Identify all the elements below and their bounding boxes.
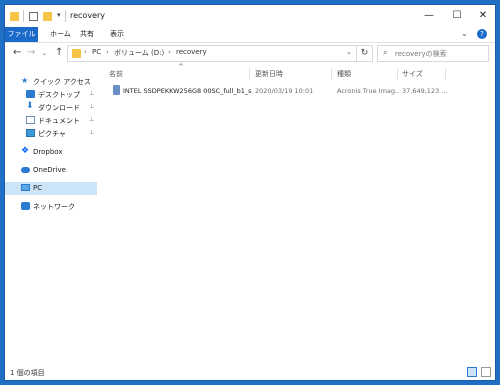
new-folder-icon[interactable] xyxy=(43,12,52,21)
column-divider[interactable] xyxy=(397,68,398,80)
breadcrumb-recovery[interactable]: recovery xyxy=(176,48,207,56)
file-icon xyxy=(113,85,120,95)
sidebar-item-label: ピクチャ xyxy=(38,130,66,138)
breadcrumb-pc[interactable]: PC xyxy=(92,48,101,56)
help-icon[interactable]: ? xyxy=(477,29,487,39)
close-button[interactable]: ✕ xyxy=(469,5,495,27)
pc-icon xyxy=(21,184,30,191)
address-bar[interactable]: › PC › ボリューム (D:) › recovery ⌄ xyxy=(67,45,357,62)
expand-ribbon-chevron-icon[interactable]: ⌄ xyxy=(461,29,468,38)
toolbar-divider xyxy=(23,10,24,22)
address-history-chevron-icon[interactable]: ⌄ xyxy=(346,48,352,56)
column-divider[interactable] xyxy=(249,68,250,80)
file-name: INTEL SSDPEKKW256G8 00SC_full_b1_s1_... xyxy=(123,87,251,95)
network-icon xyxy=(21,202,30,210)
tab-file[interactable]: ファイル xyxy=(5,27,38,42)
large-icons-view-icon[interactable] xyxy=(481,367,491,377)
pictures-icon xyxy=(26,129,35,137)
cloud-icon xyxy=(21,167,30,173)
breadcrumb-separator[interactable]: › xyxy=(168,48,171,56)
sidebar-item-downloads[interactable]: ⬇ ダウンロード ⊥ xyxy=(5,101,97,114)
customize-toolbar-chevron-icon[interactable]: ▾ xyxy=(57,11,61,19)
refresh-button[interactable]: ↻ xyxy=(357,45,373,62)
column-header-modified[interactable]: 更新日時 xyxy=(255,69,283,81)
sidebar-item-label: デスクトップ xyxy=(38,91,80,99)
breadcrumb-volume-d[interactable]: ボリューム (D:) xyxy=(114,48,164,58)
minimize-button[interactable]: — xyxy=(415,5,443,27)
sidebar-item-label: ネットワーク xyxy=(33,203,75,211)
sidebar-item-label: クイック アクセス xyxy=(33,78,91,86)
star-icon: ★ xyxy=(21,76,29,85)
navigation-bar: ← → ⌄ ↑ › PC › ボリューム (D:) › recovery ⌄ ↻… xyxy=(5,43,495,65)
column-header-name[interactable]: 名前 xyxy=(109,69,123,81)
search-placeholder: recoveryの検索 xyxy=(395,50,447,58)
maximize-button[interactable]: ☐ xyxy=(443,5,471,27)
sidebar-item-label: OneDrive xyxy=(33,166,66,174)
column-header-type[interactable]: 種類 xyxy=(337,69,351,81)
sidebar-item-pictures[interactable]: ピクチャ ⊥ xyxy=(5,127,97,140)
details-view-icon[interactable] xyxy=(467,367,477,377)
recent-locations-chevron-icon[interactable]: ⌄ xyxy=(42,50,47,57)
file-modified: 2020/03/19 10:01 xyxy=(255,87,314,95)
folder-icon xyxy=(72,49,81,58)
pin-icon: ⊥ xyxy=(89,116,95,123)
sort-ascending-icon: ^ xyxy=(178,63,184,71)
column-header-size[interactable]: サイズ xyxy=(402,69,423,81)
search-box[interactable]: ⌕ recoveryの検索 xyxy=(377,45,489,62)
sidebar-item-label: ドキュメント xyxy=(38,117,80,125)
sidebar-item-quick-access[interactable]: ★ クイック アクセス xyxy=(5,75,97,88)
desktop-icon xyxy=(26,90,35,98)
sidebar-item-documents[interactable]: ドキュメント ⊥ xyxy=(5,114,97,127)
pin-icon: ⊥ xyxy=(89,129,95,136)
properties-icon[interactable] xyxy=(29,12,38,21)
folder-icon xyxy=(10,12,19,21)
sidebar-item-network[interactable]: ネットワーク xyxy=(5,200,97,213)
file-row[interactable]: INTEL SSDPEKKW256G8 00SC_full_b1_s1_... … xyxy=(105,85,450,97)
search-icon: ⌕ xyxy=(383,48,388,57)
sidebar-item-desktop[interactable]: デスクトップ ⊥ xyxy=(5,88,97,101)
tab-home[interactable]: ホーム xyxy=(45,27,76,42)
file-type: Acronis True Imag... xyxy=(337,87,399,95)
item-count: 1 個の項目 xyxy=(10,369,45,377)
column-divider[interactable] xyxy=(331,68,332,80)
window-title: recovery xyxy=(70,11,106,20)
tab-view[interactable]: 表示 xyxy=(105,27,129,42)
status-bar: 1 個の項目 xyxy=(5,364,495,380)
forward-button[interactable]: → xyxy=(27,47,35,58)
explorer-window: ▾ recovery — ☐ ✕ ファイル ホーム 共有 表示 ⌄ ? ← → … xyxy=(4,4,496,381)
sidebar-item-label: ダウンロード xyxy=(38,104,80,112)
file-list: ^ 名前 更新日時 種類 サイズ INTEL SSDPEKKW256G8 00S… xyxy=(105,63,495,364)
pin-icon: ⊥ xyxy=(89,90,95,97)
title-bar: ▾ recovery — ☐ ✕ xyxy=(5,5,495,27)
title-divider xyxy=(65,10,66,22)
document-icon xyxy=(26,116,35,124)
sidebar-item-label: PC xyxy=(33,184,43,192)
sidebar-item-onedrive[interactable]: OneDrive xyxy=(5,164,97,177)
tab-share[interactable]: 共有 xyxy=(75,27,99,42)
ribbon: ファイル ホーム 共有 表示 ⌄ ? xyxy=(5,27,495,43)
back-button[interactable]: ← xyxy=(13,47,21,58)
dropbox-icon: ❖ xyxy=(21,146,30,156)
download-icon: ⬇ xyxy=(26,101,34,111)
breadcrumb-separator[interactable]: › xyxy=(106,48,109,56)
sidebar-item-dropbox[interactable]: ❖ Dropbox xyxy=(5,146,97,159)
pin-icon: ⊥ xyxy=(89,103,95,110)
column-divider[interactable] xyxy=(445,68,446,80)
up-button[interactable]: ↑ xyxy=(55,47,63,58)
sidebar-item-pc[interactable]: PC xyxy=(5,182,97,195)
file-size: 37,649,123 ... xyxy=(402,87,448,95)
breadcrumb-separator[interactable]: › xyxy=(84,48,87,56)
sidebar-item-label: Dropbox xyxy=(33,148,63,156)
navigation-pane: ★ クイック アクセス デスクトップ ⊥ ⬇ ダウンロード ⊥ ドキュメント ⊥… xyxy=(5,67,97,364)
